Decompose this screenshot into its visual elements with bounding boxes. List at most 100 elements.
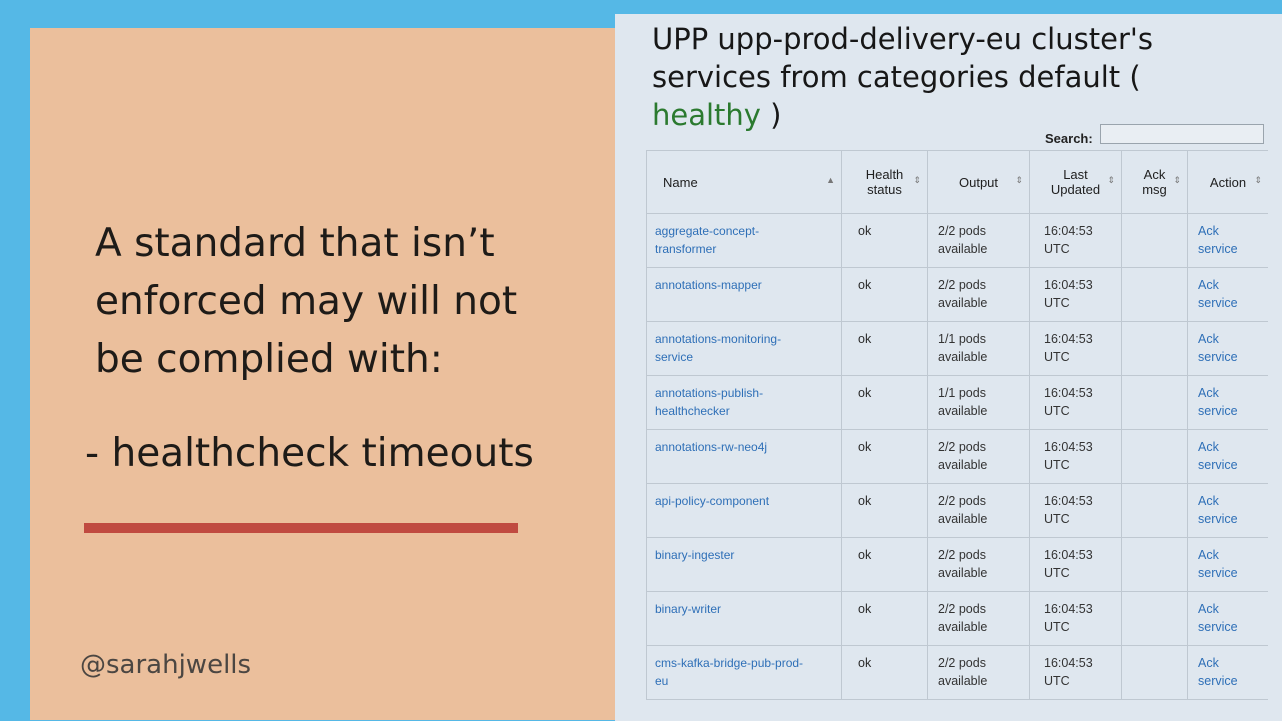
service-name-link[interactable]: annotations-monitoring-service bbox=[655, 332, 781, 364]
output-cell: 1/1 pods available bbox=[927, 321, 1030, 376]
service-name-cell: api-policy-component bbox=[646, 483, 842, 538]
service-name-link[interactable]: binary-writer bbox=[655, 602, 721, 616]
service-name-cell: annotations-rw-neo4j bbox=[646, 429, 842, 484]
ack-msg-cell bbox=[1121, 645, 1188, 700]
service-name-cell: binary-ingester bbox=[646, 537, 842, 592]
headline-line-3: be complied with: bbox=[95, 337, 443, 382]
column-header-health[interactable]: Health status ⇕ bbox=[841, 150, 928, 214]
service-name-link[interactable]: binary-ingester bbox=[655, 548, 734, 562]
page-title: UPP upp-prod-delivery-eu cluster's servi… bbox=[652, 20, 1252, 134]
table-row: binary-ingester ok 2/2 pods available 16:04:… bbox=[646, 537, 1268, 592]
service-name-cell: annotations-publish-healthchecker bbox=[646, 375, 842, 430]
table-row: annotations-mapper ok 2/2 pods available 16:… bbox=[646, 267, 1268, 322]
table-row: binary-writer ok 2/2 pods available 16:04:53… bbox=[646, 591, 1268, 646]
accent-rule bbox=[84, 523, 518, 533]
last-updated-cell: 16:04:53 UTC bbox=[1029, 591, 1122, 646]
action-cell: Ack service bbox=[1187, 375, 1268, 430]
action-cell: Ack service bbox=[1187, 537, 1268, 592]
output-cell: 2/2 pods available bbox=[927, 267, 1030, 322]
sort-ascending-icon: ▲ bbox=[826, 175, 835, 185]
service-name-cell: annotations-monitoring-service bbox=[646, 321, 842, 376]
last-updated-cell: 16:04:53 UTC bbox=[1029, 483, 1122, 538]
column-header-output[interactable]: Output ⇕ bbox=[927, 150, 1030, 214]
table-header-row: Name ▲ Health status ⇕ Output ⇕ Last Updated ⇕… bbox=[646, 150, 1268, 214]
action-cell: Ack service bbox=[1187, 321, 1268, 376]
health-status-cell: ok bbox=[841, 213, 928, 268]
headline-line-2: enforced may will not bbox=[95, 279, 518, 324]
ack-service-link[interactable]: Ack service bbox=[1198, 224, 1238, 256]
service-name-link[interactable]: annotations-mapper bbox=[655, 278, 762, 292]
ack-service-link[interactable]: Ack service bbox=[1198, 656, 1238, 688]
output-cell: 2/2 pods available bbox=[927, 537, 1030, 592]
health-status-cell: ok bbox=[841, 645, 928, 700]
slide-headline: A standard that isn’t enforced may will … bbox=[85, 215, 615, 483]
headline-line-1: A standard that isn’t bbox=[95, 221, 495, 266]
table-row: api-policy-component ok 2/2 pods available 1… bbox=[646, 483, 1268, 538]
output-cell: 2/2 pods available bbox=[927, 429, 1030, 484]
health-status-cell: ok bbox=[841, 483, 928, 538]
ack-service-link[interactable]: Ack service bbox=[1198, 332, 1238, 364]
output-cell: 1/1 pods available bbox=[927, 375, 1030, 430]
service-name-link[interactable]: api-policy-component bbox=[655, 494, 769, 508]
health-status-cell: ok bbox=[841, 591, 928, 646]
table-row: cms-kafka-bridge-pub-prod-eu ok 2/2 pods av… bbox=[646, 645, 1268, 700]
service-name-cell: aggregate-concept-transformer bbox=[646, 213, 842, 268]
column-header-updated[interactable]: Last Updated ⇕ bbox=[1029, 150, 1122, 214]
health-status-cell: ok bbox=[841, 375, 928, 430]
ack-service-link[interactable]: Ack service bbox=[1198, 386, 1238, 418]
service-name-link[interactable]: annotations-rw-neo4j bbox=[655, 440, 767, 454]
column-header-name[interactable]: Name ▲ bbox=[646, 150, 842, 214]
ack-msg-cell bbox=[1121, 321, 1188, 376]
ack-service-link[interactable]: Ack service bbox=[1198, 494, 1238, 526]
table-row: annotations-publish-healthchecker ok 1/1 p… bbox=[646, 375, 1268, 430]
table-body: aggregate-concept-transformer ok 2/2 pods a… bbox=[646, 213, 1268, 700]
last-updated-cell: 16:04:53 UTC bbox=[1029, 375, 1122, 430]
action-cell: Ack service bbox=[1187, 267, 1268, 322]
output-cell: 2/2 pods available bbox=[927, 591, 1030, 646]
service-name-cell: cms-kafka-bridge-pub-prod-eu bbox=[646, 645, 842, 700]
title-prefix: UPP upp-prod-delivery-eu cluster's servi… bbox=[652, 22, 1153, 94]
sort-icon: ⇕ bbox=[1107, 175, 1115, 185]
services-table-container: Name ▲ Health status ⇕ Output ⇕ Last Updated ⇕… bbox=[646, 150, 1268, 721]
service-name-cell: annotations-mapper bbox=[646, 267, 842, 322]
bullet-healthcheck-timeouts: - healthcheck timeouts bbox=[85, 431, 534, 476]
ack-msg-cell bbox=[1121, 375, 1188, 430]
sort-icon: ⇕ bbox=[913, 175, 921, 185]
action-cell: Ack service bbox=[1187, 591, 1268, 646]
last-updated-cell: 16:04:53 UTC bbox=[1029, 537, 1122, 592]
sort-icon: ⇕ bbox=[1015, 175, 1023, 185]
column-header-action[interactable]: Action ⇕ bbox=[1187, 150, 1268, 214]
last-updated-cell: 16:04:53 UTC bbox=[1029, 213, 1122, 268]
ack-msg-cell bbox=[1121, 537, 1188, 592]
column-header-ack[interactable]: Ack msg ⇕ bbox=[1121, 150, 1188, 214]
ack-service-link[interactable]: Ack service bbox=[1198, 602, 1238, 634]
service-name-cell: binary-writer bbox=[646, 591, 842, 646]
table-row: annotations-rw-neo4j ok 2/2 pods available 1… bbox=[646, 429, 1268, 484]
ack-service-link[interactable]: Ack service bbox=[1198, 440, 1238, 472]
sort-icon: ⇕ bbox=[1173, 175, 1181, 185]
service-name-link[interactable]: annotations-publish-healthchecker bbox=[655, 386, 763, 418]
ack-msg-cell bbox=[1121, 591, 1188, 646]
ack-service-link[interactable]: Ack service bbox=[1198, 548, 1238, 580]
table-row: annotations-monitoring-service ok 1/1 pods… bbox=[646, 321, 1268, 376]
ack-msg-cell bbox=[1121, 213, 1188, 268]
output-cell: 2/2 pods available bbox=[927, 483, 1030, 538]
output-cell: 2/2 pods available bbox=[927, 213, 1030, 268]
service-name-link[interactable]: aggregate-concept-transformer bbox=[655, 224, 759, 256]
search-input[interactable] bbox=[1100, 124, 1264, 144]
ack-msg-cell bbox=[1121, 429, 1188, 484]
table-row: aggregate-concept-transformer ok 2/2 pods a… bbox=[646, 213, 1268, 268]
ack-service-link[interactable]: Ack service bbox=[1198, 278, 1238, 310]
title-status-healthy: healthy bbox=[652, 98, 761, 132]
last-updated-cell: 16:04:53 UTC bbox=[1029, 645, 1122, 700]
sort-icon: ⇕ bbox=[1254, 175, 1262, 185]
action-cell: Ack service bbox=[1187, 483, 1268, 538]
action-cell: Ack service bbox=[1187, 645, 1268, 700]
service-name-link[interactable]: cms-kafka-bridge-pub-prod-eu bbox=[655, 656, 803, 688]
last-updated-cell: 16:04:53 UTC bbox=[1029, 267, 1122, 322]
search-label: Search: bbox=[1045, 131, 1093, 146]
ack-msg-cell bbox=[1121, 483, 1188, 538]
twitter-handle: @sarahjwells bbox=[80, 650, 252, 680]
last-updated-cell: 16:04:53 UTC bbox=[1029, 429, 1122, 484]
health-status-cell: ok bbox=[841, 321, 928, 376]
